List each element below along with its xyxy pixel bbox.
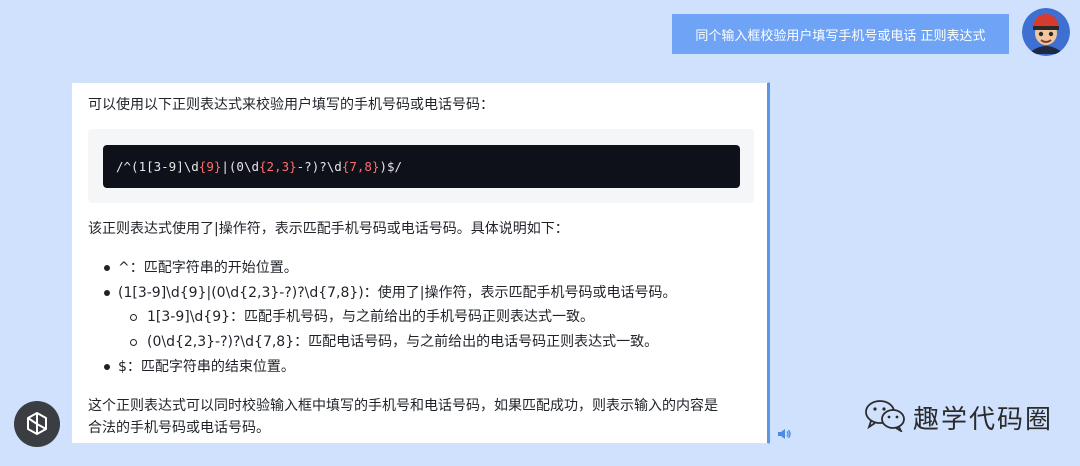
bullet-dot [104,265,110,271]
bullet-dot [104,364,110,370]
list-item: $：匹配字符串的结束位置。 [118,359,295,375]
sub-list-item: 1[3-9]\d{9}：匹配手机号码，与之前给出的手机号码正则表达式一致。 [147,309,595,325]
user-message-text: 同个输入框校验用户填写手机号或电话 正则表达式 [695,28,986,44]
openai-logo-icon [14,401,60,447]
assistant-reply-card: 可以使用以下正则表达式来校验用户填写的手机号码或电话号码： /^(1[3-9]\… [71,82,770,444]
list-item: (1[3-9]\d{9}|(0\d{2,3}-?)?\d{7,8})：使用了|操… [118,285,677,301]
wechat-icon [863,398,907,436]
code-part: -?)?\d [296,159,342,174]
code-quantifier: {7,8} [341,159,380,174]
watermark-text: 趣学代码圈 [913,404,1054,435]
sub-list-item: (0\d{2,3}-?)?\d{7,8}：匹配电话号码，与之前给出的电话号码正则… [147,334,659,350]
list-item: ^：匹配字符串的开始位置。 [118,260,298,276]
code-part: /^(1[3-9]\d [116,159,199,174]
sub-bullet-circle [130,339,137,346]
reply-conclusion-line2: 合法的手机号码或电话号码。 [88,420,270,436]
user-avatar-icon[interactable] [1022,8,1070,56]
code-part: )$/ [379,159,403,174]
sub-bullet-circle [130,314,137,321]
bullet-dot [104,290,110,296]
watermark: 趣学代码圈 [863,398,1053,436]
user-message-bubble: 同个输入框校验用户填写手机号或电话 正则表达式 [672,14,1009,54]
regex-code-block[interactable]: /^(1[3-9]\d {9} |(0\d {2,3} -?)?\d {7,8})$/ [103,145,740,188]
code-part: |(0\d [221,159,260,174]
reply-explanation: 该正则表达式使用了|操作符，表示匹配手机号码或电话号码。具体说明如下： [88,221,569,237]
code-quantifier: {2,3} [259,159,297,174]
speaker-icon[interactable] [776,426,792,446]
code-quantifier: {9} [198,159,222,174]
reply-conclusion-line1: 这个正则表达式可以同时校验输入框中填写的手机号和电话号码，如果匹配成功，则表示输… [88,398,718,414]
reply-intro: 可以使用以下正则表达式来校验用户填写的手机号码或电话号码： [88,97,494,113]
code-block-container: /^(1[3-9]\d {9} |(0\d {2,3} -?)?\d {7,8})$/ [88,129,754,203]
